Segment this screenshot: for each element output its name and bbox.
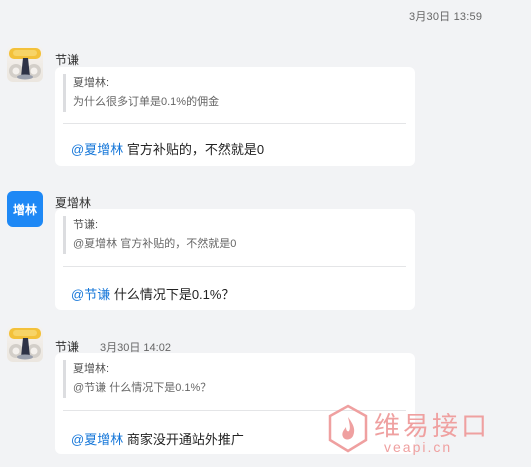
reply-text: 官方补贴的，不然就是0 (123, 142, 265, 157)
quote-author: 夏增林: (73, 363, 110, 375)
quoted-message: 夏增林: @节谦 什么情况下是0.1%？ (63, 360, 406, 398)
quote-author: 夏增林: (73, 77, 110, 89)
message-text: @夏增林 商家没开通站外推广 (71, 429, 244, 448)
quote-text: 为什么很多订单是0.1%的佣金 (73, 96, 220, 108)
quoted-message: 夏增林: 为什么很多订单是0.1%的佣金 (63, 74, 406, 112)
quoted-message: 节谦: @夏增林 官方补贴的，不然就是0 (63, 216, 406, 254)
mention-link[interactable]: @节谦 (71, 287, 110, 302)
quote-text: @夏增林 官方补贴的，不然就是0 (73, 238, 237, 250)
divider (63, 410, 406, 411)
divider (63, 123, 406, 124)
message-text: @节谦 什么情况下是0.1%？ (71, 284, 234, 303)
message-text: @夏增林 官方补贴的，不然就是0 (71, 139, 264, 158)
reply-text: 商家没开通站外推广 (123, 432, 244, 447)
avatar[interactable] (7, 46, 43, 82)
mention-link[interactable]: @夏增林 (71, 142, 123, 157)
sender-name: 节谦 (55, 53, 80, 67)
avatar-label: 增林 (12, 202, 37, 217)
message-bubble[interactable]: 夏增林: @节谦 什么情况下是0.1%？ @夏增林 商家没开通站外推广 (55, 353, 415, 454)
mention-link[interactable]: @夏增林 (71, 432, 123, 447)
avatar[interactable]: 增林 (7, 191, 43, 227)
avatar[interactable] (7, 326, 43, 362)
avatar-image (9, 48, 41, 80)
avatar-image (9, 328, 41, 360)
reply-text: 什么情况下是0.1%？ (110, 287, 235, 302)
quote-author: 节谦: (73, 219, 99, 231)
divider (63, 266, 406, 267)
quote-text: @节谦 什么情况下是0.1%？ (73, 382, 212, 394)
message-bubble[interactable]: 节谦: @夏增林 官方补贴的，不然就是0 @节谦 什么情况下是0.1%？ (55, 209, 415, 310)
message-bubble[interactable]: 夏增林: 为什么很多订单是0.1%的佣金 @夏增林 官方补贴的，不然就是0 (55, 67, 415, 166)
top-timestamp: 3月30日 13:59 (409, 11, 483, 23)
